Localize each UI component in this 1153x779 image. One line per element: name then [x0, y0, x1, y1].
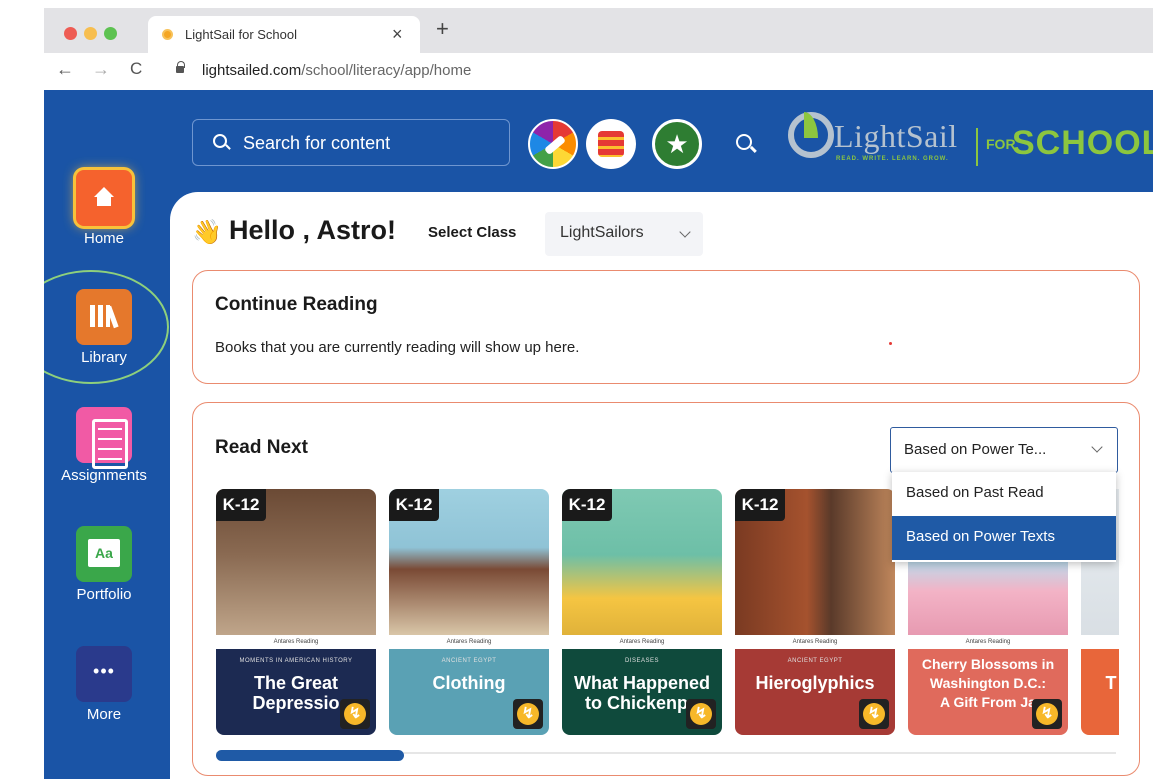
grade-badge: K-12 [735, 489, 785, 521]
publisher-label: Antares Reading [735, 635, 895, 649]
address-bar: ← → C lightsailed.com/school/literacy/ap… [44, 53, 1153, 90]
power-text-bolt-icon [859, 699, 889, 729]
read-next-title: Read Next [215, 437, 308, 458]
continue-reading-card: Continue Reading Books that you are curr… [192, 270, 1140, 384]
home-icon [76, 170, 132, 226]
search-content-input[interactable]: Search for content [192, 119, 510, 166]
book-card[interactable]: K-12 Antares Reading MOMENTS IN AMERICAN… [216, 489, 376, 735]
minimize-window-button[interactable] [84, 27, 97, 40]
recommendation-sort-select[interactable]: Based on Power Te... [890, 427, 1118, 473]
book-series: ANCIENT EGYPT [441, 658, 497, 664]
class-select[interactable]: LightSailors [545, 212, 703, 256]
back-arrow-icon[interactable]: ← [56, 59, 74, 80]
selected-sort-option: Based on Power Te... [904, 441, 1047, 458]
chevron-down-icon [1091, 441, 1103, 453]
sidebar-item-label: Home [83, 230, 124, 247]
paint-roller-badge-icon[interactable] [528, 119, 578, 169]
search-placeholder: Search for content [243, 133, 391, 153]
portfolio-icon [76, 526, 132, 582]
publisher-label: Antares Reading [562, 635, 722, 649]
carousel-scrollbar[interactable] [216, 750, 404, 761]
close-window-button[interactable] [64, 27, 77, 40]
grade-badge: K-12 [562, 489, 612, 521]
chevron-down-icon [679, 226, 691, 238]
main-panel: 👋 Hello , Astro! Select Class LightSailo… [170, 192, 1153, 779]
lightsail-logo-icon [788, 112, 834, 158]
browser-tab-bar: LightSail for School × + [44, 8, 1153, 53]
logo-tagline: READ. WRITE. LEARN. GROW. [836, 156, 949, 162]
forward-arrow-icon[interactable]: → [92, 59, 110, 80]
waving-hand-icon: 👋 [192, 219, 222, 246]
assignments-icon [76, 407, 132, 469]
book-series: DISEASES [624, 658, 659, 664]
grade-badge: K-12 [216, 489, 266, 521]
school-label: SCHOOL [1012, 124, 1153, 162]
url-host: lightsailed.com [202, 62, 302, 79]
book-title: T [1105, 673, 1117, 693]
library-highlight-ring [44, 270, 169, 384]
sidebar-item-more[interactable]: More [44, 646, 169, 723]
lightsail-favicon-icon [162, 29, 173, 40]
logo-divider [976, 128, 978, 166]
greeting-heading: Hello , Astro! [229, 215, 397, 245]
power-text-bolt-icon [340, 699, 370, 729]
header-search-icon[interactable] [736, 134, 752, 150]
book-card[interactable]: K-12 Antares Reading ANCIENT EGYPT Cloth… [389, 489, 549, 735]
tab-close-icon[interactable]: × [392, 24, 403, 45]
url-path: /school/literacy/app/home [301, 62, 472, 79]
power-text-bolt-icon [513, 699, 543, 729]
red-dot [889, 342, 892, 345]
selected-class: LightSailors [560, 224, 644, 241]
reload-icon[interactable]: C [130, 59, 142, 79]
book-title-area: T [1081, 649, 1119, 735]
tab-title: LightSail for School [185, 27, 298, 42]
search-icon [213, 134, 227, 148]
book-card[interactable]: K-12 Antares Reading ANCIENT EGYPT Hiero… [735, 489, 895, 735]
lightsail-app: Search for content ★ LightSail READ. WRI… [44, 90, 1153, 779]
publisher-label: Antares Reading [389, 635, 549, 649]
grade-badge: K-12 [389, 489, 439, 521]
sort-option-past-read[interactable]: Based on Past Read [892, 472, 1116, 516]
sort-option-power-texts[interactable]: Based on Power Texts [892, 516, 1116, 560]
sidebar-item-home[interactable]: Home [44, 170, 169, 247]
star-badge-icon[interactable]: ★ [652, 119, 702, 169]
sort-options-menu: Based on Past Read Based on Power Texts [892, 472, 1116, 562]
book-series: ANCIENT EGYPT [787, 658, 843, 664]
url-field[interactable]: lightsailed.com/school/literacy/app/home [202, 62, 471, 79]
book-series: MOMENTS IN AMERICAN HISTORY [239, 658, 353, 664]
select-class-label: Select Class [428, 224, 517, 241]
more-icon [76, 646, 132, 702]
publisher-label: Antares Reading [216, 635, 376, 649]
sidebar-item-label: More [86, 706, 122, 723]
maximize-window-button[interactable] [104, 27, 117, 40]
browser-tab[interactable]: LightSail for School × [148, 16, 420, 53]
sidebar-item-label: Assignments [61, 467, 147, 484]
book-card[interactable]: K-12 Antares Reading DISEASES What Happe… [562, 489, 722, 735]
book-stack-badge-icon[interactable] [586, 119, 636, 169]
power-text-bolt-icon [1032, 699, 1062, 729]
power-text-bolt-icon [686, 699, 716, 729]
continue-reading-description: Books that you are currently reading wil… [215, 339, 580, 356]
continue-reading-title: Continue Reading [215, 294, 378, 315]
sidebar-item-label: Portfolio [76, 586, 132, 603]
lock-icon [176, 61, 185, 73]
sidebar-item-portfolio[interactable]: Portfolio [44, 526, 169, 603]
lightsail-logo-text: LightSail [834, 118, 958, 154]
star-glyph: ★ [665, 129, 689, 159]
publisher-label: Antares Reading [908, 635, 1068, 649]
new-tab-button[interactable]: + [436, 16, 449, 42]
sidebar-item-assignments[interactable]: Assignments [44, 407, 169, 484]
